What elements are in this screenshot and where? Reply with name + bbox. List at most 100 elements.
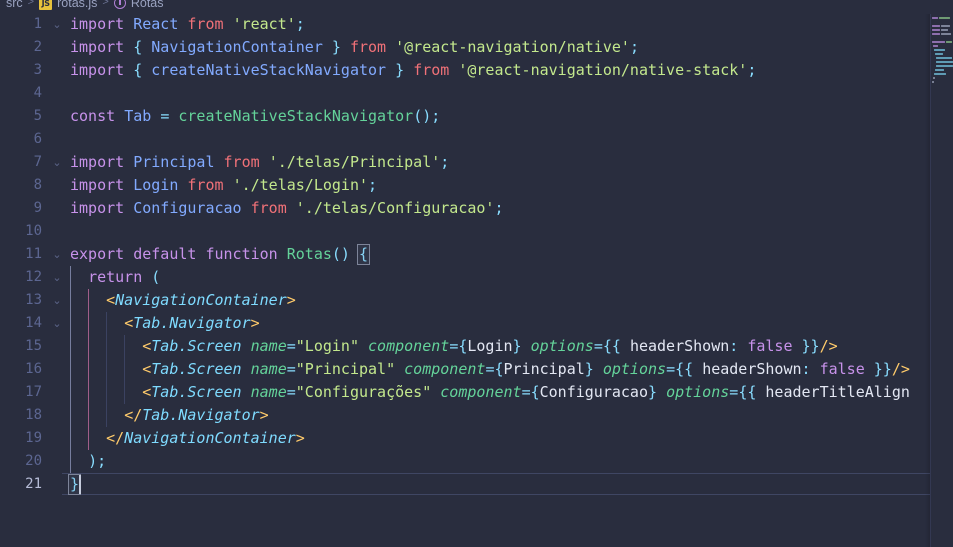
minimap-block <box>933 44 938 48</box>
minimap-edge-divider <box>930 0 931 547</box>
code-line[interactable]: 1 ⌄ import React from 'react'; <box>0 13 953 36</box>
minimap-block <box>941 24 950 28</box>
code-text: import { createNativeStackNavigator } fr… <box>70 61 757 79</box>
line-number: 6 <box>33 131 42 147</box>
code-line[interactable]: 4 <box>0 82 953 105</box>
code-text: <Tab.Screen name="Login" component={Logi… <box>142 337 838 355</box>
line-number: 21 <box>25 476 42 492</box>
line-number: 9 <box>33 200 42 216</box>
breadcrumb[interactable]: src > JS rotas.js > Rotas <box>0 0 953 14</box>
line-number: 20 <box>25 453 42 469</box>
fold-chevron-down-icon[interactable]: ⌄ <box>50 13 64 36</box>
minimap-block <box>932 16 938 20</box>
current-line-highlight <box>62 473 931 495</box>
code-lines-container[interactable]: 1 ⌄ import React from 'react'; 2 import { Na… <box>0 13 953 496</box>
breadcrumb-file-label: rotas.js <box>57 0 98 10</box>
minimap-block <box>941 28 948 32</box>
fold-chevron-down-icon[interactable]: ⌄ <box>50 266 64 289</box>
minimap-block <box>932 24 940 28</box>
breadcrumb-symbol-label: Rotas <box>130 0 164 10</box>
line-number: 10 <box>25 223 42 239</box>
line-number: 3 <box>33 62 42 78</box>
breadcrumb-item-symbol[interactable]: Rotas <box>113 0 164 10</box>
line-number: 11 <box>25 246 42 262</box>
code-line[interactable]: 13 ⌄ <NavigationContainer> <box>0 289 953 312</box>
minimap-block <box>933 76 935 80</box>
code-line[interactable]: 10 <box>0 220 953 243</box>
code-text: import Login from './telas/Login'; <box>70 176 378 194</box>
line-number: 5 <box>33 108 42 124</box>
line-number: 12 <box>25 269 42 285</box>
line-number: 19 <box>25 430 42 446</box>
minimap-block <box>946 40 952 44</box>
minimap-block <box>936 60 953 64</box>
code-text: ); <box>88 452 107 470</box>
minimap-block <box>941 32 951 36</box>
code-editor[interactable]: 1 ⌄ import React from 'react'; 2 import { Na… <box>0 13 953 547</box>
minimap-block <box>939 16 950 20</box>
minimap-block <box>932 28 940 32</box>
code-line[interactable]: 7 ⌄ import Principal from './telas/Princip… <box>0 151 953 174</box>
line-number: 16 <box>25 361 42 377</box>
fold-chevron-down-icon[interactable]: ⌄ <box>50 289 64 312</box>
minimap-row <box>931 80 953 84</box>
minimap-block <box>934 48 945 52</box>
code-text: import { NavigationContainer } from '@re… <box>70 38 639 56</box>
minimap-block <box>934 72 946 76</box>
code-text: import Principal from './telas/Principal… <box>70 153 450 171</box>
code-line[interactable]: 19 </NavigationContainer> <box>0 427 953 450</box>
minimap-block <box>935 52 943 56</box>
text-cursor <box>79 475 82 494</box>
line-number: 2 <box>33 39 42 55</box>
code-text: return ( <box>88 268 161 286</box>
symbol-misc-icon <box>113 0 126 9</box>
line-number: 14 <box>25 315 42 331</box>
breadcrumb-item-folder[interactable]: src <box>6 0 23 10</box>
code-line[interactable]: 20 ); <box>0 450 953 473</box>
code-line[interactable]: 17 <Tab.Screen name="Configurações" comp… <box>0 381 953 404</box>
code-text: export default function Rotas() { <box>70 245 369 263</box>
minimap-block <box>935 68 944 72</box>
code-text: </NavigationContainer> <box>106 429 305 447</box>
breadcrumb-separator-icon-2: > <box>102 0 109 8</box>
code-text: </Tab.Navigator> <box>124 406 269 424</box>
line-number: 13 <box>25 292 42 308</box>
code-line[interactable]: 11 ⌄ export default function Rotas() { <box>0 243 953 266</box>
code-line[interactable]: 16 <Tab.Screen name="Principal" componen… <box>0 358 953 381</box>
code-line[interactable]: 12 ⌄ return ( <box>0 266 953 289</box>
bracket-match-highlight <box>356 244 370 265</box>
code-line[interactable]: 6 <box>0 128 953 151</box>
minimap-block <box>936 64 953 68</box>
line-number: 4 <box>33 85 42 101</box>
line-number: 15 <box>25 338 42 354</box>
fold-chevron-down-icon[interactable]: ⌄ <box>50 151 64 174</box>
line-number: 17 <box>25 384 42 400</box>
fold-chevron-down-icon[interactable]: ⌄ <box>50 243 64 266</box>
minimap-block <box>932 80 934 84</box>
code-line[interactable]: 9 import Configuracao from './telas/Confi… <box>0 197 953 220</box>
code-text: <NavigationContainer> <box>106 291 296 309</box>
breadcrumb-item-file[interactable]: JS rotas.js <box>39 0 97 10</box>
breadcrumb-folder-label: src <box>6 0 23 10</box>
code-line[interactable]: 5 const Tab = createNativeStackNavigator(… <box>0 105 953 128</box>
line-number: 1 <box>33 16 42 32</box>
code-text: <Tab.Navigator> <box>124 314 260 332</box>
js-file-icon: JS <box>39 0 53 10</box>
line-number: 7 <box>33 154 42 170</box>
code-line[interactable]: 2 import { NavigationContainer } from '@r… <box>0 36 953 59</box>
minimap-block <box>932 32 940 36</box>
fold-chevron-down-icon[interactable]: ⌄ <box>50 312 64 335</box>
code-line[interactable]: 14 ⌄ <Tab.Navigator> <box>0 312 953 335</box>
code-line[interactable]: 8 import Login from './telas/Login'; <box>0 174 953 197</box>
code-text: <Tab.Screen name="Principal" component={… <box>142 360 910 378</box>
vscode-editor-window: src > JS rotas.js > Rotas 1 ⌄ import React… <box>0 0 953 547</box>
code-line[interactable]: 18 </Tab.Navigator> <box>0 404 953 427</box>
breadcrumb-separator-icon: > <box>27 0 35 8</box>
code-line[interactable]: 3 import { createNativeStackNavigator } f… <box>0 59 953 82</box>
minimap-block <box>936 56 952 60</box>
code-line[interactable]: 21} <box>0 473 953 496</box>
code-text: import React from 'react'; <box>70 15 305 33</box>
line-number: 8 <box>33 177 42 193</box>
minimap[interactable] <box>931 0 953 547</box>
code-line[interactable]: 15 <Tab.Screen name="Login" component={L… <box>0 335 953 358</box>
